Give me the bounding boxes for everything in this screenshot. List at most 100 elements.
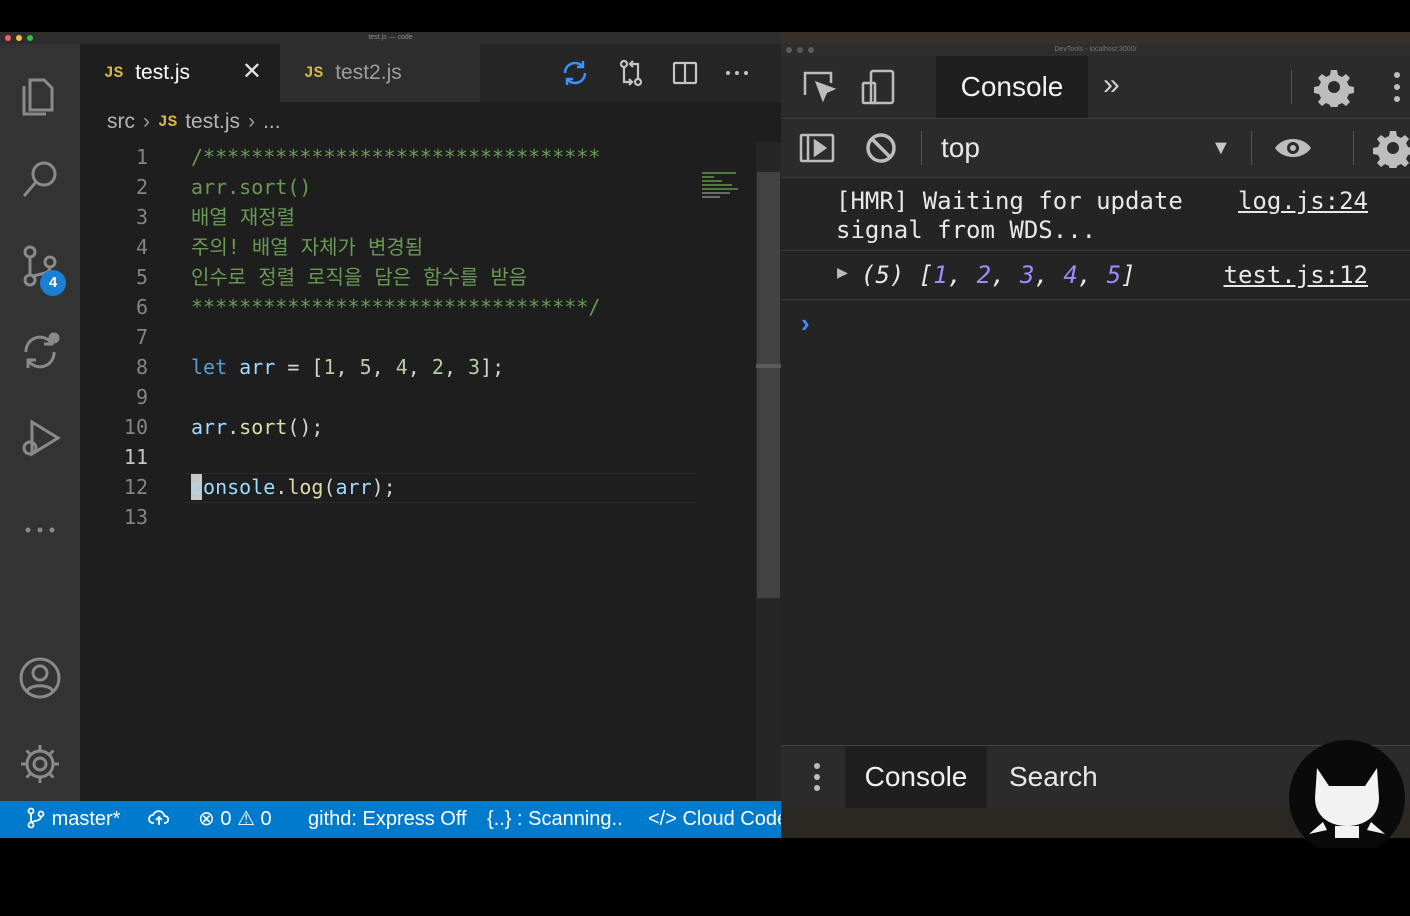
code-line: 8 let arr = [1, 5, 4, 2, 3]; <box>80 352 756 382</box>
vscode-window: test.js — code 4 JS test.js ✕ JS test2.j… <box>0 32 781 838</box>
line-number: 2 <box>135 175 148 199</box>
code-line: 2 arr.sort() <box>80 172 756 202</box>
code-text: *********************************/ <box>191 295 601 319</box>
code-text: 배열 재정렬 <box>191 205 296 229</box>
devtools-toolbar: Console » <box>781 56 1410 119</box>
scrollbar-cursor-marker <box>756 364 781 368</box>
filter-divider <box>1251 131 1252 165</box>
gitlens-diff-icon[interactable] <box>16 328 64 376</box>
line-number: 3 <box>135 205 148 229</box>
minimap[interactable] <box>700 172 756 202</box>
window-title: test.js — code <box>368 34 413 41</box>
branch-status[interactable]: master* <box>26 801 120 838</box>
status-bar: master* ⊗ 0 ⚠ 0 githd: Express Off {..} … <box>0 801 781 838</box>
devtools-titlebar: DevTools - localhost:3000/ <box>781 44 1410 56</box>
tab-label: test.js <box>135 61 191 84</box>
drawer-tab-search[interactable]: Search <box>1009 746 1098 808</box>
console-source-link[interactable]: test.js:12 <box>1224 261 1369 290</box>
devtools-window: DevTools - localhost:3000/ Console » top… <box>781 32 1410 838</box>
tab-label: test2.js <box>335 61 402 84</box>
chevron-down-icon[interactable]: ▼ <box>1211 119 1231 177</box>
breadcrumb: src › JS test.js › ... <box>80 102 700 142</box>
code-text: arr.sort() <box>191 175 312 199</box>
line-number: 8 <box>135 355 148 379</box>
console-message-text: [HMR] Waiting for update <box>836 187 1183 215</box>
console-input-area[interactable] <box>781 328 1410 744</box>
warning-icon: ⚠ <box>237 808 255 830</box>
more-actions-icon[interactable] <box>722 58 752 88</box>
console-source-link[interactable]: log.js:24 <box>1238 187 1368 216</box>
code-line: 10 arr.sort(); <box>80 412 756 442</box>
js-file-icon: JS <box>104 64 124 82</box>
code-editor[interactable]: 1 /********************************* 2 a… <box>80 142 756 801</box>
chevron-right-icon: › <box>143 110 150 133</box>
breadcrumb-symbol[interactable]: ... <box>263 110 281 134</box>
console-filter-bar: top ▼ <box>781 119 1410 178</box>
code-line: 12 console.log(arr); <box>80 472 756 502</box>
code-line: 1 /********************************* <box>80 142 756 172</box>
devtools-menu-icon[interactable] <box>1393 70 1401 104</box>
console-message: [HMR] Waiting for update signal from WDS… <box>781 178 1410 251</box>
line-number: 11 <box>123 445 148 469</box>
line-number: 13 <box>123 505 148 529</box>
tab-test2-js[interactable]: JS test2.js <box>280 44 480 102</box>
search-icon[interactable] <box>16 156 64 204</box>
activity-bar: 4 <box>0 44 80 801</box>
show-sidebar-icon[interactable] <box>797 128 837 168</box>
githd-status[interactable]: githd: Express Off <box>308 801 467 838</box>
account-icon[interactable] <box>16 654 64 702</box>
clear-console-icon[interactable] <box>861 128 901 168</box>
line-number: 12 <box>123 475 148 499</box>
publish-status[interactable] <box>148 801 170 838</box>
console-message-text: signal from WDS... <box>836 216 1097 244</box>
window-title: DevTools - localhost:3000/ <box>1054 46 1137 53</box>
scrollbar-thumb[interactable] <box>757 172 780 598</box>
chevron-right-icon: › <box>248 110 256 133</box>
code-line: 3 배열 재정렬 <box>80 202 756 232</box>
code-text: arr.sort(); <box>191 415 324 439</box>
breadcrumb-folder[interactable]: src <box>107 110 135 134</box>
cloud-code-status[interactable]: </> Cloud Code <box>648 801 781 838</box>
console-message[interactable]: ▶ (5) [1, 2, 3, 4, 5] test.js:12 <box>781 251 1410 300</box>
filter-divider <box>921 131 922 165</box>
console-settings-gear-icon[interactable] <box>1373 128 1410 171</box>
cloud-upload-icon <box>148 810 170 825</box>
code-line: 13 <box>80 502 756 532</box>
sync-changes-icon[interactable] <box>560 58 590 88</box>
compare-changes-icon[interactable] <box>616 58 646 88</box>
desktop-background <box>781 32 1410 44</box>
problems-status[interactable]: ⊗ 0 ⚠ 0 <box>198 801 272 838</box>
toolbar-divider <box>1291 70 1292 104</box>
run-debug-icon[interactable] <box>16 414 64 462</box>
line-number: 10 <box>123 415 148 439</box>
line-number: 6 <box>135 295 148 319</box>
live-expression-eye-icon[interactable] <box>1273 128 1313 168</box>
code-line: 11 <box>80 442 756 472</box>
settings-gear-icon[interactable] <box>1314 67 1354 110</box>
code-text: 인수로 정렬 로직을 담은 함수를 받음 <box>191 265 528 289</box>
split-editor-icon[interactable] <box>670 58 700 88</box>
code-text: let arr = [1, 5, 4, 2, 3]; <box>191 355 505 379</box>
drawer-menu-icon[interactable] <box>811 760 823 794</box>
tab-test-js[interactable]: JS test.js ✕ <box>80 44 280 102</box>
console-array-preview: (5) [1, 2, 3, 4, 5] <box>861 261 1136 289</box>
code-text: /********************************* <box>191 145 601 169</box>
explorer-icon[interactable] <box>16 72 64 120</box>
device-toolbar-icon[interactable] <box>859 67 899 107</box>
inspect-element-icon[interactable] <box>799 67 839 107</box>
more-icon[interactable] <box>16 506 64 554</box>
code-text: 주의! 배열 자체가 변경됨 <box>191 235 424 259</box>
settings-gear-icon[interactable] <box>16 740 64 788</box>
vscode-titlebar: test.js — code <box>0 32 781 44</box>
breadcrumb-file[interactable]: test.js <box>185 110 240 134</box>
warning-count: 0 <box>260 808 272 830</box>
drawer-tab-console[interactable]: Console <box>845 746 987 808</box>
editor-tab-bar: JS test.js ✕ JS test2.js <box>80 44 781 102</box>
more-tabs-icon[interactable]: » <box>1103 56 1120 118</box>
context-selector[interactable]: top <box>941 119 980 177</box>
tab-console[interactable]: Console <box>936 56 1088 118</box>
expand-arrow-icon[interactable]: ▶ <box>837 262 848 283</box>
close-tab-icon[interactable]: ✕ <box>242 60 262 84</box>
scanning-status[interactable]: {..} : Scanning.. <box>487 801 623 838</box>
error-count: 0 <box>220 808 232 830</box>
